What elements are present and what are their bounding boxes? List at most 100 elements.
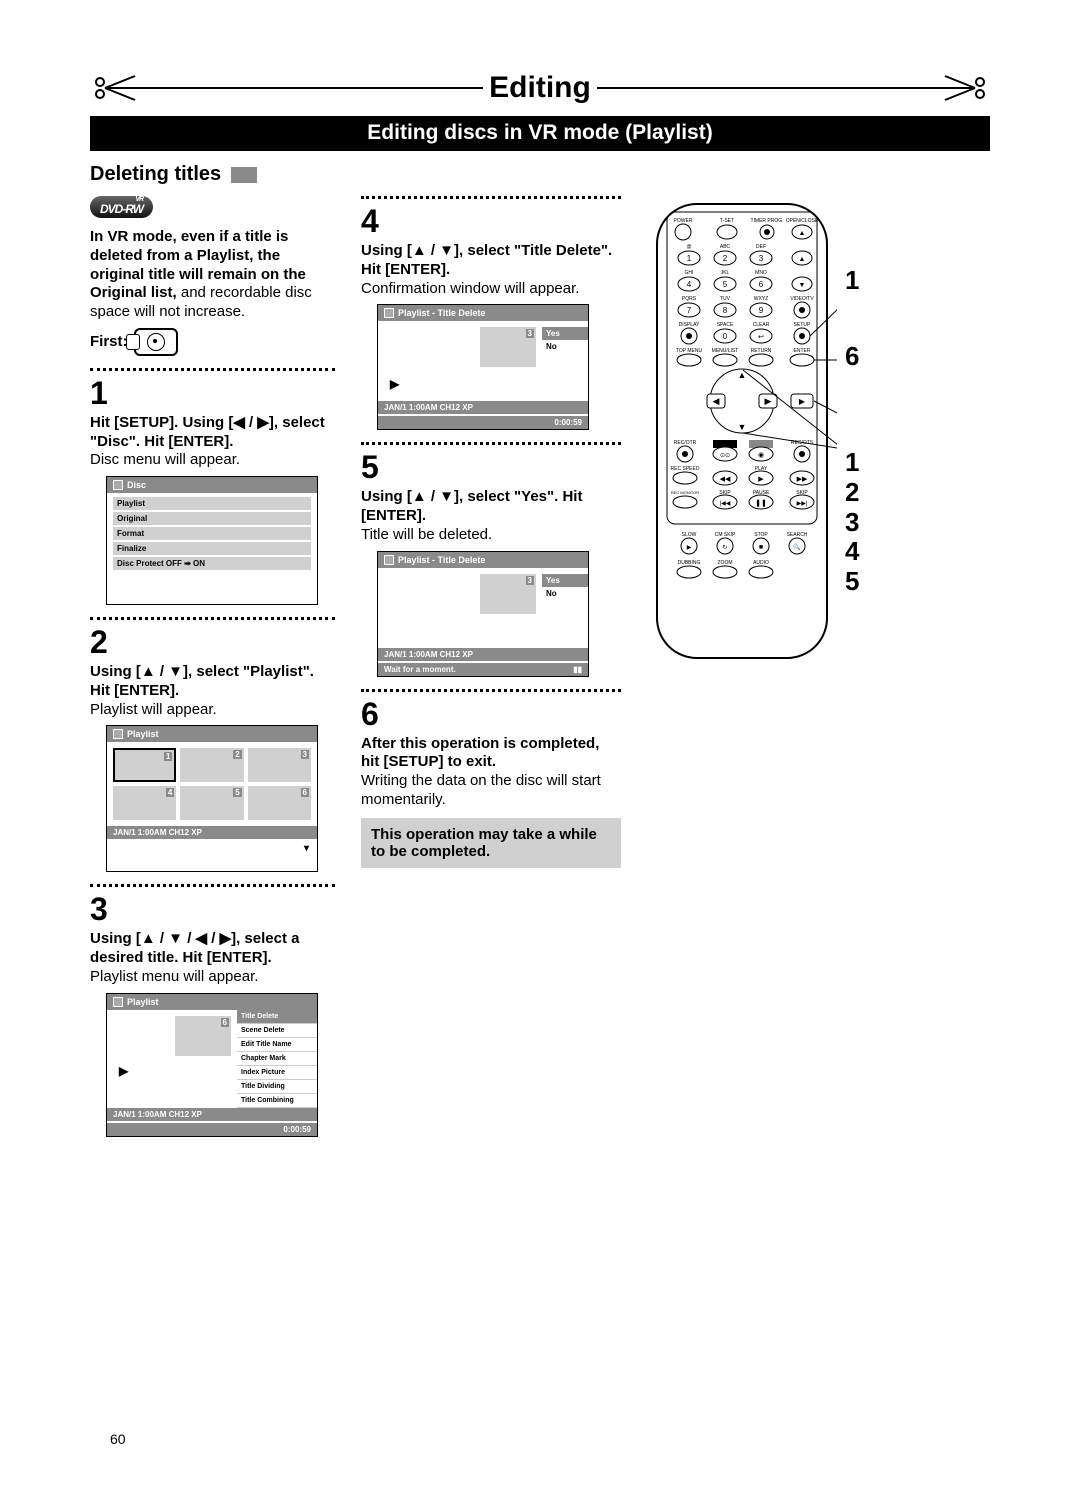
svg-text:▶: ▶ [758, 476, 764, 483]
svg-text:OPEN/CLOSE: OPEN/CLOSE [786, 218, 819, 224]
svg-text:WXYZ: WXYZ [754, 296, 768, 302]
svg-text:🔍: 🔍 [793, 543, 801, 551]
svg-text:▶: ▶ [687, 545, 692, 551]
svg-text:TOP MENU: TOP MENU [676, 348, 703, 354]
svg-text:◀: ◀ [713, 396, 720, 406]
svg-text:▶: ▶ [765, 396, 772, 406]
svg-text:ZOOM: ZOOM [718, 560, 733, 566]
section-title: Deleting titles [90, 163, 990, 186]
svg-text:DISPLAY: DISPLAY [679, 322, 700, 328]
svg-text:2: 2 [723, 254, 728, 263]
svg-text:0: 0 [723, 332, 728, 341]
divider-icon [361, 689, 621, 692]
page-number: 60 [110, 1431, 126, 1447]
svg-text:@: @ [686, 244, 691, 250]
column-1: VR DVD-RW In VR mode, even if a title is… [90, 196, 335, 1137]
osd-playlist-menu-screenshot: Playlist 6 ▶ Title Delete Scene Delete E… [106, 993, 318, 1137]
svg-text:GHI: GHI [685, 270, 694, 276]
svg-text:T-SET: T-SET [720, 218, 734, 224]
svg-text:▼: ▼ [799, 282, 806, 289]
svg-text:7: 7 [687, 306, 692, 315]
divider-icon [361, 442, 621, 445]
subtitle-bar: Editing discs in VR mode (Playlist) [90, 116, 990, 151]
svg-text:1: 1 [687, 254, 692, 263]
svg-text:CLEAR: CLEAR [753, 322, 770, 328]
svg-text:CM SKIP: CM SKIP [715, 532, 736, 538]
warning-note: This operation may take a while to be co… [361, 818, 621, 868]
dvdrw-badge: VR DVD-RW [90, 196, 153, 218]
svg-text:REC/OTR: REC/OTR [674, 440, 697, 446]
section-marker-icon [231, 167, 257, 183]
osd-title-delete-confirm-screenshot: Playlist - Title Delete 3 ▶ Yes No JAN/1… [377, 551, 589, 677]
svg-text:REC SPEED: REC SPEED [671, 466, 700, 472]
svg-text:DEF: DEF [756, 244, 766, 250]
svg-text:ABC: ABC [720, 244, 731, 250]
title-banner: Editing [90, 70, 990, 106]
svg-text:▼: ▼ [738, 422, 747, 432]
remote-callout-numbers: 1 6 1 2 3 4 5 [845, 196, 859, 666]
svg-text:❚❚: ❚❚ [755, 499, 767, 507]
svg-text:REC MONITOR: REC MONITOR [671, 490, 699, 495]
step-3-number: 3 [90, 891, 335, 928]
svg-text:VIDEO/TV: VIDEO/TV [790, 296, 814, 302]
divider-icon [90, 884, 335, 887]
step-1-text: Hit [SETUP]. Using [◀ / ▶], select "Disc… [90, 414, 335, 470]
svg-text:MENU/LIST: MENU/LIST [712, 348, 739, 354]
column-3: POWER OPEN/CLOSE T-SET TIMER PROG. ▲ @ A… [647, 196, 990, 1137]
svg-text:5: 5 [723, 280, 728, 289]
svg-text:RETURN: RETURN [751, 348, 772, 354]
svg-text:ENTER: ENTER [794, 348, 811, 354]
svg-text:PQRS: PQRS [682, 296, 697, 302]
svg-text:8: 8 [723, 306, 728, 315]
svg-text:MNO: MNO [755, 270, 767, 276]
svg-text:SPACE: SPACE [717, 322, 734, 328]
svg-text:STOP: STOP [754, 532, 768, 538]
svg-text:SETUP: SETUP [794, 322, 811, 328]
column-2: 4 Using [▲ / ▼], select "Title Delete". … [361, 196, 621, 1137]
svg-text:SEARCH: SEARCH [787, 532, 808, 538]
svg-text:TUV: TUV [720, 296, 731, 302]
svg-text:▲: ▲ [799, 230, 806, 237]
svg-text:3: 3 [759, 254, 764, 263]
step-5-number: 5 [361, 449, 621, 486]
svg-text:9: 9 [759, 306, 764, 315]
step-1-number: 1 [90, 375, 335, 412]
svg-text:▶: ▶ [799, 397, 806, 406]
divider-icon [361, 196, 621, 199]
insert-disc-icon [134, 328, 178, 356]
osd-playlist-thumbs-screenshot: Playlist 1 2 3 4 5 6 JAN/1 1:00AM CH12 X… [106, 725, 318, 872]
step-3-text: Using [▲ / ▼ / ◀ / ▶], select a desired … [90, 930, 335, 986]
svg-text:▶▶: ▶▶ [797, 476, 808, 483]
svg-text:SLOW: SLOW [682, 532, 697, 538]
step-4-number: 4 [361, 203, 621, 240]
svg-text:▶▶|: ▶▶| [797, 501, 808, 507]
osd-disc-screenshot: Disc Playlist Original Format Finalize D… [106, 476, 318, 605]
section-title-text: Deleting titles [90, 163, 221, 186]
step-6-text: After this operation is completed, hit [… [361, 735, 621, 810]
svg-text:↻: ↻ [722, 544, 727, 551]
svg-text:AUDIO: AUDIO [753, 560, 769, 566]
svg-text:6: 6 [759, 280, 764, 289]
svg-text:◀◀: ◀◀ [720, 476, 731, 483]
step-4-text: Using [▲ / ▼], select "Title Delete". Hi… [361, 242, 621, 298]
remote-control-diagram: POWER OPEN/CLOSE T-SET TIMER PROG. ▲ @ A… [647, 196, 837, 666]
svg-text:▲: ▲ [799, 256, 806, 263]
step-2-text: Using [▲ / ▼], select "Playlist". Hit [E… [90, 663, 335, 719]
svg-text:TIMER PROG.: TIMER PROG. [750, 218, 783, 224]
divider-icon [90, 617, 335, 620]
svg-text:◉: ◉ [758, 452, 764, 459]
svg-text:JKL: JKL [721, 270, 730, 276]
step-2-number: 2 [90, 624, 335, 661]
svg-text:DUBBING: DUBBING [678, 560, 701, 566]
svg-text:↩: ↩ [758, 334, 764, 341]
first-label: First: [90, 328, 335, 356]
svg-text:POWER: POWER [674, 218, 693, 224]
page-title: Editing [483, 71, 597, 105]
step-6-number: 6 [361, 696, 621, 733]
osd-title-delete-screenshot: Playlist - Title Delete 3 ▶ Yes No JAN/1… [377, 304, 589, 430]
svg-text:■: ■ [759, 544, 763, 551]
svg-text:|◀◀: |◀◀ [720, 501, 731, 507]
divider-icon [90, 368, 335, 371]
step-5-text: Using [▲ / ▼], select "Yes". Hit [ENTER]… [361, 488, 621, 544]
intro-text: In VR mode, even if a title is deleted f… [90, 228, 335, 322]
